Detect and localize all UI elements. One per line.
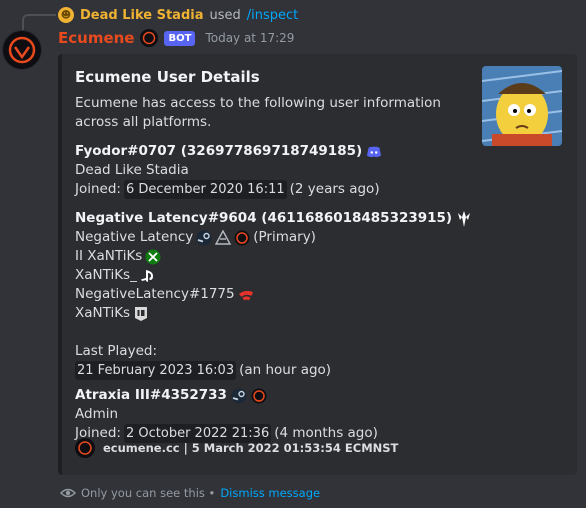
- psn-account-name: XaNTiKs_: [75, 267, 137, 283]
- eye-icon: [60, 485, 76, 501]
- user-details-embed: Ecumene User Details Ecumene has access …: [58, 54, 577, 475]
- steam-account-name: Negative Latency: [75, 229, 194, 245]
- embed-footer: ecumene.cc | 5 March 2022 01:53:54 ECMNS…: [75, 438, 398, 458]
- xbox-icon: [145, 249, 161, 265]
- ecumene-badge-icon: [140, 29, 159, 47]
- message-timestamp[interactable]: Today at 17:29: [205, 31, 294, 45]
- discord-field: Fyodor#0707 (326977869718749185) Dead Li…: [75, 142, 561, 199]
- reply-username[interactable]: Dead Like Stadia: [80, 8, 203, 23]
- ephemeral-notice: Only you can see this • Dismiss message: [60, 485, 320, 501]
- stadia-icon: [238, 287, 254, 303]
- discord-joined-date[interactable]: 6 December 2020 16:11: [123, 180, 287, 199]
- embed-thumbnail[interactable]: [482, 66, 562, 146]
- epic-games-icon: [133, 306, 149, 322]
- xbox-account-name: II XaNTiKs: [75, 248, 143, 264]
- ecumene-small-icon: [251, 388, 267, 404]
- ecumene-logo-icon: [8, 36, 36, 64]
- footer-text: ecumene.cc | 5 March 2022 01:53:54 ECMNS…: [103, 441, 399, 455]
- reply-header: ☻ Dead Like Stadia used /inspect: [58, 6, 298, 24]
- playstation-icon: [140, 268, 156, 284]
- reply-command[interactable]: /inspect: [247, 8, 299, 23]
- clan-field-name: Atraxia III#4352733: [75, 386, 561, 405]
- bot-tag: BOT: [164, 30, 196, 46]
- cartoon-character-image: [482, 66, 562, 146]
- embed-description: Ecumene has access to the following user…: [75, 95, 441, 130]
- ecumene-small-icon: [234, 230, 250, 246]
- stadia-account-line: NegativeLatency#1775: [75, 285, 561, 304]
- discord-joined-label: Joined:: [75, 181, 121, 197]
- ephemeral-text: Only you can see this •: [81, 486, 216, 500]
- bungie-field: Negative Latency#9604 (46116860184853239…: [75, 209, 561, 380]
- steam-icon: [231, 388, 247, 404]
- stadia-account-name: NegativeLatency#1775: [75, 286, 235, 302]
- bungie-field-name: Negative Latency#9604 (46116860184853239…: [75, 209, 561, 228]
- epic-account-name: XaNTiKs: [75, 305, 131, 321]
- steam-icon: [196, 230, 212, 246]
- last-played-ago: (an hour ago): [239, 362, 332, 378]
- steam-account-line: Negative Latency (Primary): [75, 228, 561, 247]
- bungie-account-name: Negative Latency#9604 (46116860184853239…: [75, 210, 453, 226]
- xbox-account-line: II XaNTiKs: [75, 247, 561, 266]
- message-header: Ecumene BOT Today at 17:29: [58, 28, 294, 48]
- clan-field: Atraxia III#4352733 Admin Joined: 2 Octo…: [75, 386, 561, 443]
- epic-account-line: XaNTiKs: [75, 304, 561, 323]
- clan-rank: Admin: [75, 406, 119, 422]
- discord-account-name: Fyodor#0707 (326977869718749185): [75, 143, 363, 159]
- discord-icon: [366, 144, 382, 160]
- reply-avatar[interactable]: ☻: [58, 7, 74, 23]
- reply-connector: [22, 14, 56, 30]
- discord-joined-ago: (2 years ago): [289, 181, 380, 197]
- primary-tag: (Primary): [253, 229, 316, 245]
- bot-username[interactable]: Ecumene: [58, 29, 134, 47]
- reply-used-text: used: [209, 7, 241, 23]
- bot-avatar[interactable]: [2, 30, 42, 70]
- last-played-date[interactable]: 21 February 2023 16:03: [75, 361, 237, 380]
- dismiss-message-link[interactable]: Dismiss message: [220, 486, 320, 500]
- last-played-label: Last Played:: [75, 343, 157, 359]
- discord-joined-line: Joined: 6 December 2020 16:11 (2 years a…: [75, 180, 561, 199]
- discord-display-name: Dead Like Stadia: [75, 162, 189, 178]
- clan-name: Atraxia III#4352733: [75, 387, 227, 403]
- last-played-line: 21 February 2023 16:03 (an hour ago): [75, 361, 561, 380]
- cross-save-icon: [215, 229, 232, 246]
- psn-account-line: XaNTiKs_: [75, 266, 561, 285]
- footer-logo-icon: [75, 438, 95, 458]
- destiny-icon: [456, 210, 472, 227]
